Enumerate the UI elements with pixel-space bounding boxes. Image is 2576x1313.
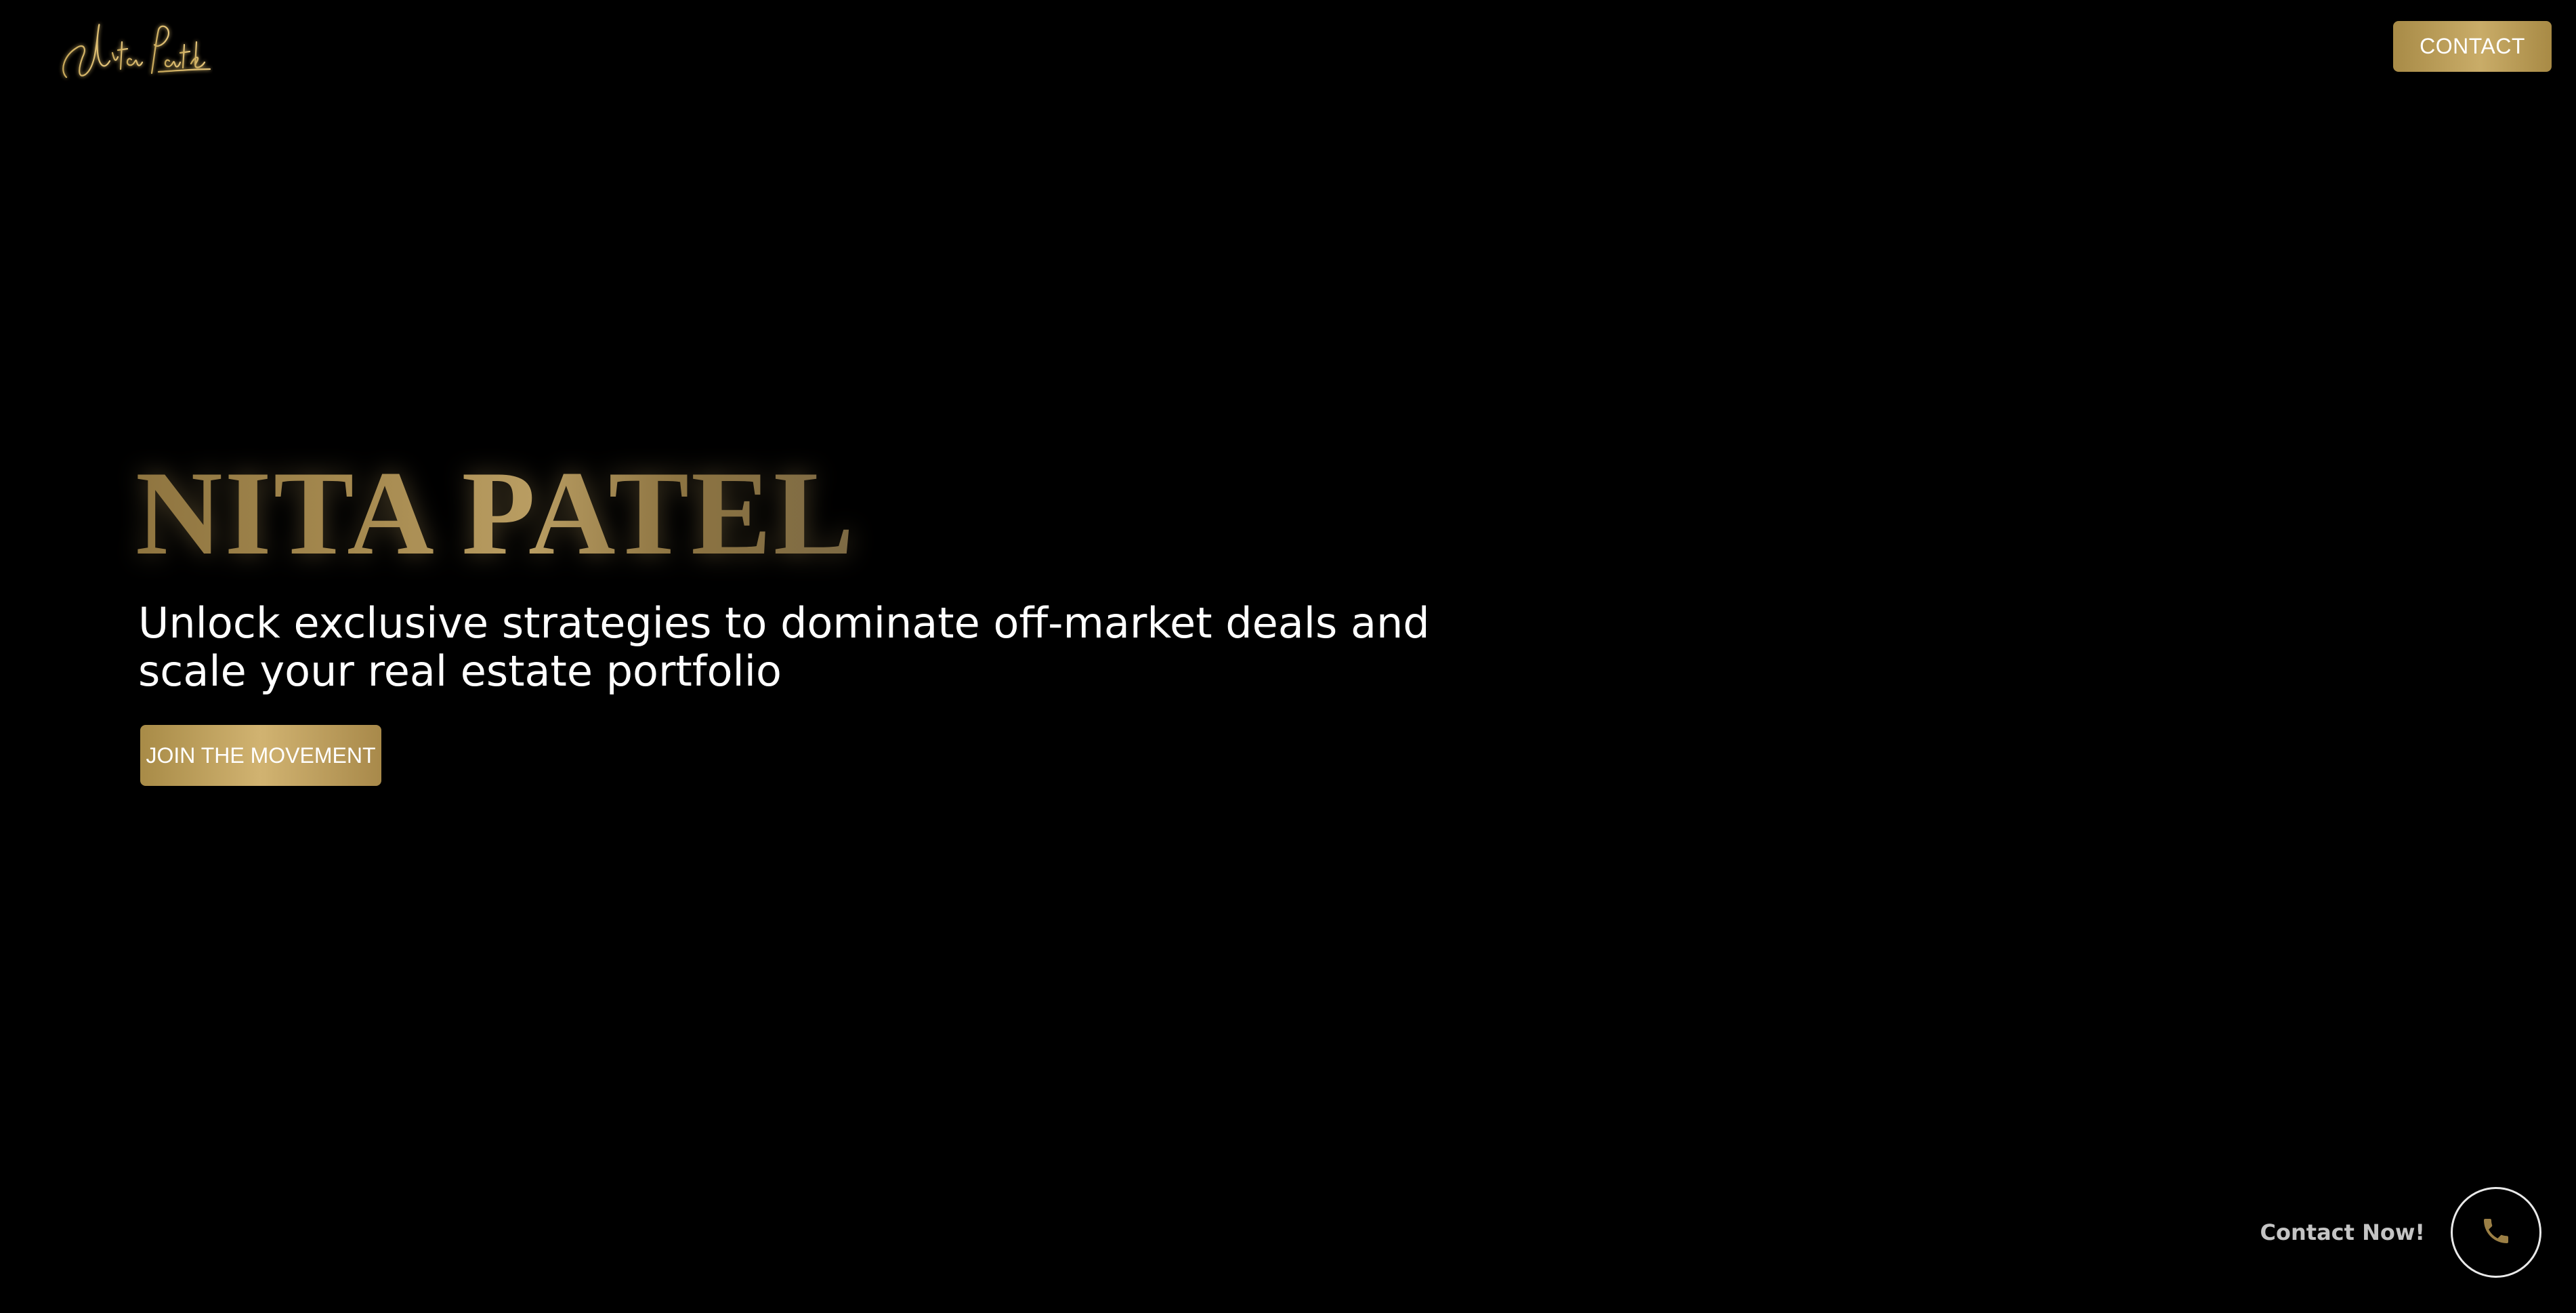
contact-button[interactable]: CONTACT xyxy=(2393,21,2552,72)
phone-icon xyxy=(2480,1215,2512,1250)
signature-logo[interactable] xyxy=(57,15,213,89)
contact-now-label[interactable]: Contact Now! xyxy=(2249,1217,2425,1247)
phone-call-button[interactable] xyxy=(2451,1187,2541,1278)
join-the-movement-button[interactable]: JOIN THE MOVEMENT xyxy=(140,725,381,786)
hero-subtitle: Unlock exclusive strategies to dominate … xyxy=(138,598,1430,696)
hero-title: NITA PATEL xyxy=(135,446,856,580)
